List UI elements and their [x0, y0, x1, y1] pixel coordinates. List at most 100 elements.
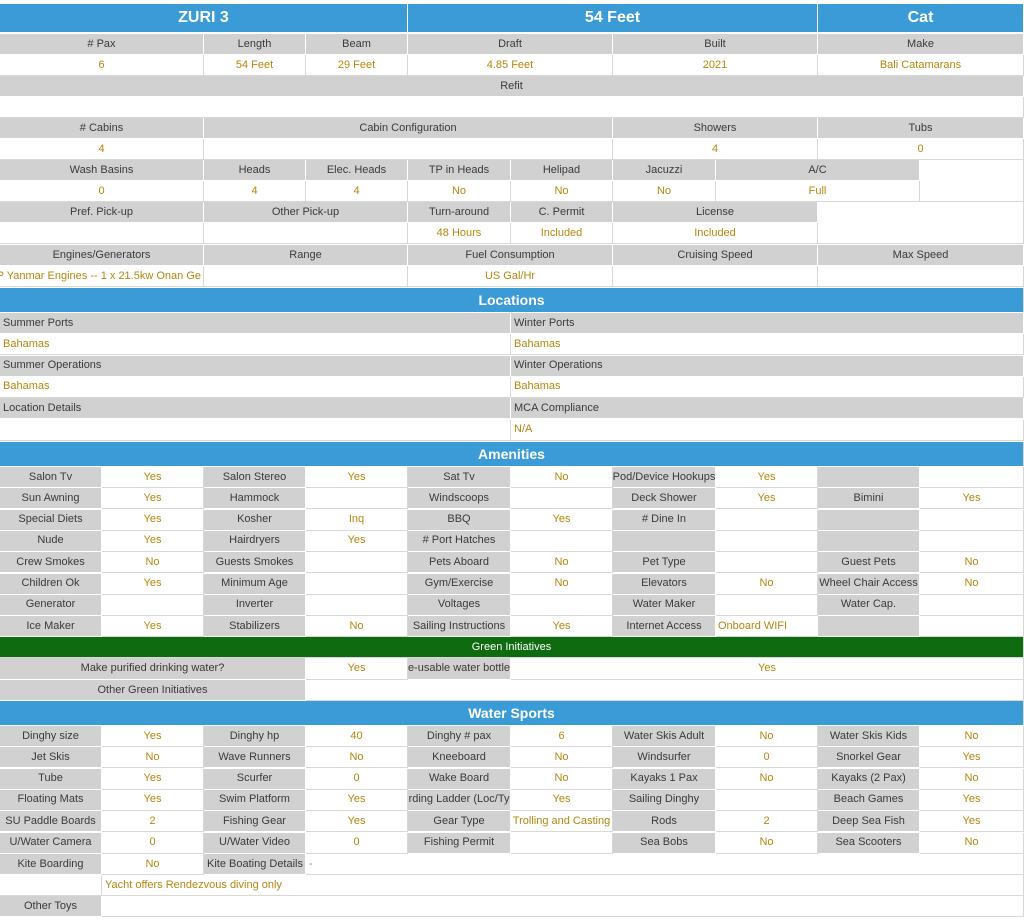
- water-sport-label: Dinghy hp: [204, 726, 306, 747]
- amenity-label: Sun Awning: [0, 488, 102, 510]
- cabin-label: # Cabins: [0, 118, 204, 139]
- facility-label: Heads: [204, 160, 306, 181]
- green-initiatives-title: Green Initiatives: [0, 637, 1024, 658]
- water-sport-value: 6: [511, 726, 613, 747]
- pickup-value: [0, 223, 204, 244]
- amenities-title: Amenities: [0, 442, 1024, 467]
- water-sport-label: Wave Runners: [204, 747, 306, 769]
- amenity-value: Yes: [102, 573, 204, 595]
- water-sport-value: Yes: [102, 726, 204, 747]
- cabin-value: [204, 139, 613, 160]
- facility-label: Elec. Heads: [306, 160, 408, 181]
- water-sport-label: Snorkel Gear: [818, 747, 920, 769]
- water-sport-label: Sea Scooters: [818, 832, 920, 854]
- location-value: Bahamas: [511, 334, 1024, 356]
- water-sport-value: [716, 789, 818, 811]
- amenity-value: No: [102, 552, 204, 574]
- spec-value: 2021: [613, 55, 818, 76]
- cabin-value: 4: [0, 139, 204, 160]
- water-sport-value: Yes: [306, 789, 408, 811]
- water-sport-label: U/Water Camera: [0, 832, 102, 854]
- location-label: Winter Operations: [511, 355, 1024, 377]
- pickup-value: Included: [511, 223, 613, 244]
- amenity-label: Stabilizers: [204, 616, 306, 638]
- engine-label: Max Speed: [818, 245, 1024, 266]
- pickup-empty: [818, 202, 1024, 244]
- green-value: [306, 680, 1024, 701]
- water-sport-value: No: [716, 726, 818, 747]
- water-sport-value: 40: [306, 726, 408, 747]
- facility-label: TP in Heads: [408, 160, 511, 181]
- water-sport-value: Yes: [920, 789, 1024, 811]
- amenity-value: Yes: [102, 616, 204, 638]
- amenity-value: Yes: [511, 616, 613, 638]
- water-sport-value: 0: [306, 768, 408, 790]
- amenity-value: [920, 616, 1024, 638]
- amenity-value: Yes: [306, 467, 408, 488]
- spec-label: Beam: [306, 34, 408, 55]
- water-sport-value: Yes: [920, 811, 1024, 833]
- amenity-value: No: [920, 573, 1024, 595]
- amenity-value: Yes: [102, 509, 204, 531]
- amenity-value: Yes: [102, 488, 204, 510]
- note-spacer: [0, 875, 102, 896]
- water-sport-value: No: [920, 832, 1024, 854]
- pickup-label: Pref. Pick-up: [0, 202, 204, 223]
- amenity-value: Yes: [511, 509, 613, 531]
- water-sport-value: Yes: [102, 768, 204, 790]
- amenity-label: Pet Type: [613, 552, 716, 574]
- pickup-value: Included: [613, 223, 818, 244]
- amenity-label: # Port Hatches: [408, 530, 511, 552]
- amenity-value: [102, 594, 204, 616]
- amenity-label: Children Ok: [0, 573, 102, 595]
- amenity-value: No: [511, 467, 613, 488]
- pickup-label: C. Permit: [511, 202, 613, 223]
- locations-title: Locations: [0, 288, 1024, 313]
- amenity-label: Internet Access: [613, 616, 716, 638]
- water-sport-label: Floating Mats: [0, 789, 102, 811]
- facility-label: Jacuzzi: [613, 160, 716, 181]
- water-sport-value: [511, 832, 613, 854]
- pickup-label: Turn-around: [408, 202, 511, 223]
- amenity-value: [511, 530, 613, 552]
- amenity-value: [716, 594, 818, 616]
- spec-value: 29 Feet: [306, 55, 408, 76]
- amenity-value: [716, 509, 818, 531]
- location-value: Bahamas: [511, 376, 1024, 398]
- amenity-label: Elevators: [613, 573, 716, 595]
- water-sport-value: No: [102, 747, 204, 769]
- spec-label: # Pax: [0, 34, 204, 55]
- amenity-value: Yes: [716, 467, 818, 488]
- kite-details-value: -: [306, 854, 1024, 875]
- location-value: Bahamas: [0, 376, 511, 398]
- facility-empty: [920, 160, 1024, 202]
- amenity-label: [818, 509, 920, 531]
- spec-value: 54 Feet: [204, 55, 306, 76]
- amenity-value: [306, 594, 408, 616]
- kite-details-label: Kite Boating Details: [204, 854, 306, 875]
- amenity-label: [818, 467, 920, 488]
- amenity-value: [716, 552, 818, 574]
- spec-label: Length: [204, 34, 306, 55]
- water-sport-label: Deep Sea Fish: [818, 811, 920, 833]
- water-sport-value: 0: [102, 832, 204, 854]
- amenity-label: Inverter: [204, 594, 306, 616]
- amenity-label: Water Maker: [613, 594, 716, 616]
- refit-value: [0, 97, 1024, 118]
- pickup-value: 48 Hours: [408, 223, 511, 244]
- engine-value: US Gal/Hr: [408, 266, 613, 287]
- kite-boarding-value: No: [102, 854, 204, 875]
- amenity-label: Nude: [0, 530, 102, 552]
- water-sport-label: Tube: [0, 768, 102, 790]
- water-sport-value: 2: [102, 811, 204, 833]
- amenity-value: Yes: [102, 467, 204, 488]
- amenity-label: [613, 530, 716, 552]
- amenity-label: Pets Aboard: [408, 552, 511, 574]
- water-sport-label: Fishing Gear: [204, 811, 306, 833]
- amenity-label: [818, 616, 920, 638]
- yacht-length-title: 54 Feet: [408, 4, 818, 33]
- water-sport-value: No: [920, 768, 1024, 790]
- amenity-label: Water Cap.: [818, 594, 920, 616]
- amenity-value: No: [920, 552, 1024, 574]
- amenity-label: # Dine In: [613, 509, 716, 531]
